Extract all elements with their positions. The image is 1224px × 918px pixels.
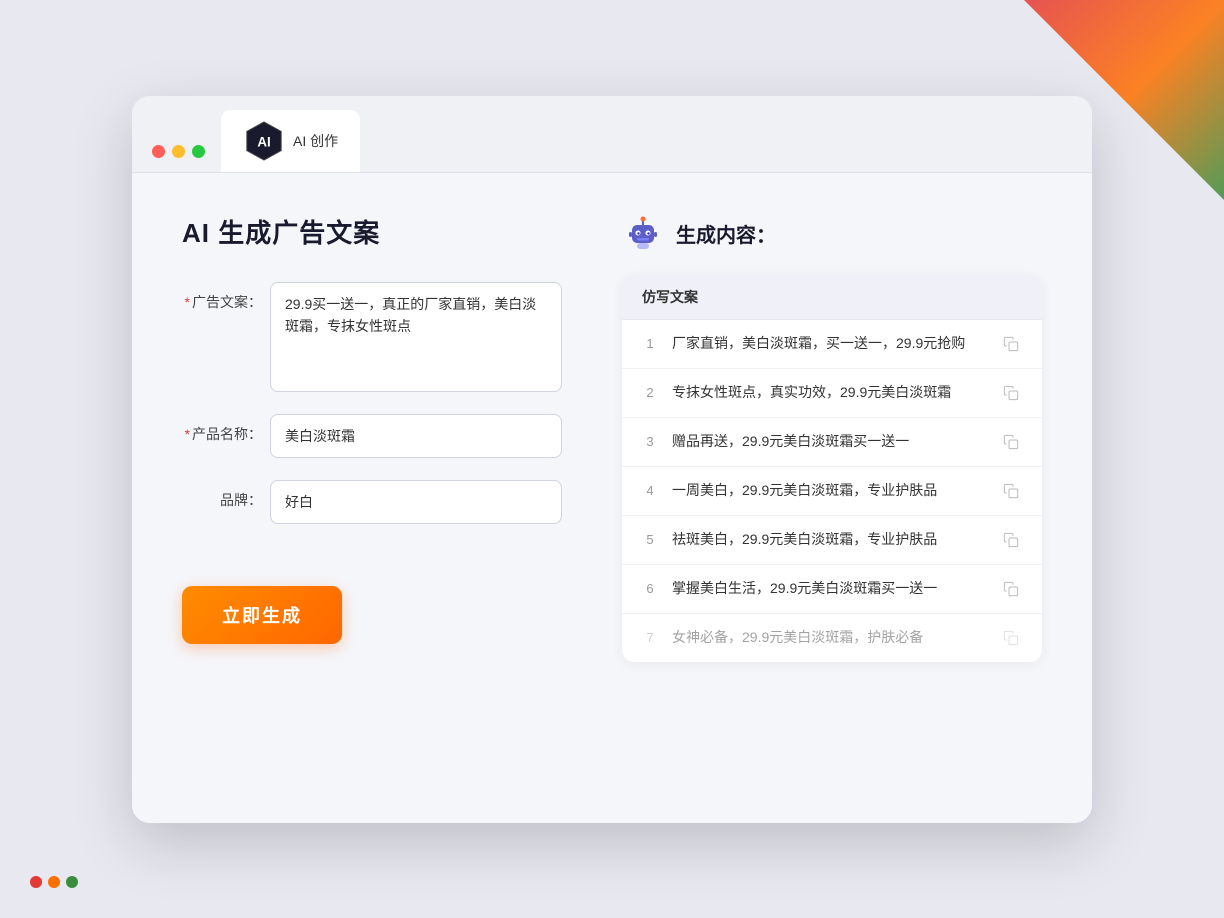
minimize-button[interactable] (172, 145, 185, 158)
page-title: AI 生成广告文案 (182, 213, 562, 250)
product-name-label: *产品名称： (182, 414, 262, 444)
product-name-input[interactable] (270, 414, 562, 458)
result-number: 3 (642, 434, 658, 449)
maximize-button[interactable] (192, 145, 205, 158)
brand-label: 品牌： (182, 480, 262, 510)
table-row: 4 一周美白，29.9元美白淡斑霜，专业护肤品 (622, 467, 1042, 516)
copy-icon[interactable] (1000, 480, 1022, 502)
table-row: 1 厂家直销，美白淡斑霜，买一送一，29.9元抢购 (622, 320, 1042, 369)
result-text: 一周美白，29.9元美白淡斑霜，专业护肤品 (672, 480, 986, 501)
left-panel: AI 生成广告文案 *广告文案： *产品名称： 品牌： 立 (182, 213, 562, 783)
result-text: 祛斑美白，29.9元美白淡斑霜，专业护肤品 (672, 529, 986, 550)
result-number: 1 (642, 336, 658, 351)
required-star-2: * (185, 426, 190, 442)
results-list: 1 厂家直销，美白淡斑霜，买一送一，29.9元抢购 2 专抹女性斑点，真实功效，29… (622, 320, 1042, 662)
browser-window: AI AI 创作 AI 生成广告文案 *广告文案： *产品名称： (132, 96, 1092, 823)
right-header: 生成内容： (622, 213, 1042, 255)
dot-3 (66, 876, 78, 888)
tab-label: AI 创作 (293, 131, 338, 151)
table-row: 7 女神必备，29.9元美白淡斑霜，护肤必备 (622, 614, 1042, 662)
copy-icon[interactable] (1000, 333, 1022, 355)
ad-copy-input[interactable] (270, 282, 562, 392)
main-content: AI 生成广告文案 *广告文案： *产品名称： 品牌： 立 (132, 173, 1092, 823)
result-text: 掌握美白生活，29.9元美白淡斑霜买一送一 (672, 578, 986, 599)
brand-input[interactable] (270, 480, 562, 524)
copy-icon[interactable] (1000, 627, 1022, 649)
result-text: 赠品再送，29.9元美白淡斑霜买一送一 (672, 431, 986, 452)
dot-2 (48, 876, 60, 888)
table-row: 5 祛斑美白，29.9元美白淡斑霜，专业护肤品 (622, 516, 1042, 565)
product-name-row: *产品名称： (182, 414, 562, 458)
copy-icon[interactable] (1000, 382, 1022, 404)
results-table: 仿写文案 1 厂家直销，美白淡斑霜，买一送一，29.9元抢购 2 专抹女性斑点，真实… (622, 275, 1042, 662)
ai-tab[interactable]: AI AI 创作 (221, 110, 360, 172)
table-row: 6 掌握美白生活，29.9元美白淡斑霜买一送一 (622, 565, 1042, 614)
result-number: 6 (642, 581, 658, 596)
result-text: 专抹女性斑点，真实功效，29.9元美白淡斑霜 (672, 382, 986, 403)
copy-icon[interactable] (1000, 529, 1022, 551)
table-header: 仿写文案 (622, 275, 1042, 320)
svg-text:AI: AI (257, 134, 270, 149)
result-number: 5 (642, 532, 658, 547)
copy-icon[interactable] (1000, 578, 1022, 600)
close-button[interactable] (152, 145, 165, 158)
dot-1 (30, 876, 42, 888)
right-panel-title: 生成内容： (676, 219, 776, 248)
copy-icon[interactable] (1000, 431, 1022, 453)
brand-row: 品牌： (182, 480, 562, 524)
ai-tab-icon: AI (243, 120, 285, 162)
window-controls (152, 145, 205, 172)
robot-icon (622, 213, 664, 255)
result-text: 厂家直销，美白淡斑霜，买一送一，29.9元抢购 (672, 333, 986, 354)
result-number: 7 (642, 630, 658, 645)
bottom-decoration (30, 876, 78, 888)
ad-copy-label: *广告文案： (182, 282, 262, 312)
table-row: 3 赠品再送，29.9元美白淡斑霜买一送一 (622, 418, 1042, 467)
table-row: 2 专抹女性斑点，真实功效，29.9元美白淡斑霜 (622, 369, 1042, 418)
result-text: 女神必备，29.9元美白淡斑霜，护肤必备 (672, 627, 986, 648)
title-bar: AI AI 创作 (132, 96, 1092, 173)
ad-copy-row: *广告文案： (182, 282, 562, 392)
result-number: 2 (642, 385, 658, 400)
required-star-1: * (185, 294, 190, 310)
result-number: 4 (642, 483, 658, 498)
right-panel: 生成内容： 仿写文案 1 厂家直销，美白淡斑霜，买一送一，29.9元抢购 2 专抹女… (622, 213, 1042, 783)
generate-button[interactable]: 立即生成 (182, 586, 342, 644)
